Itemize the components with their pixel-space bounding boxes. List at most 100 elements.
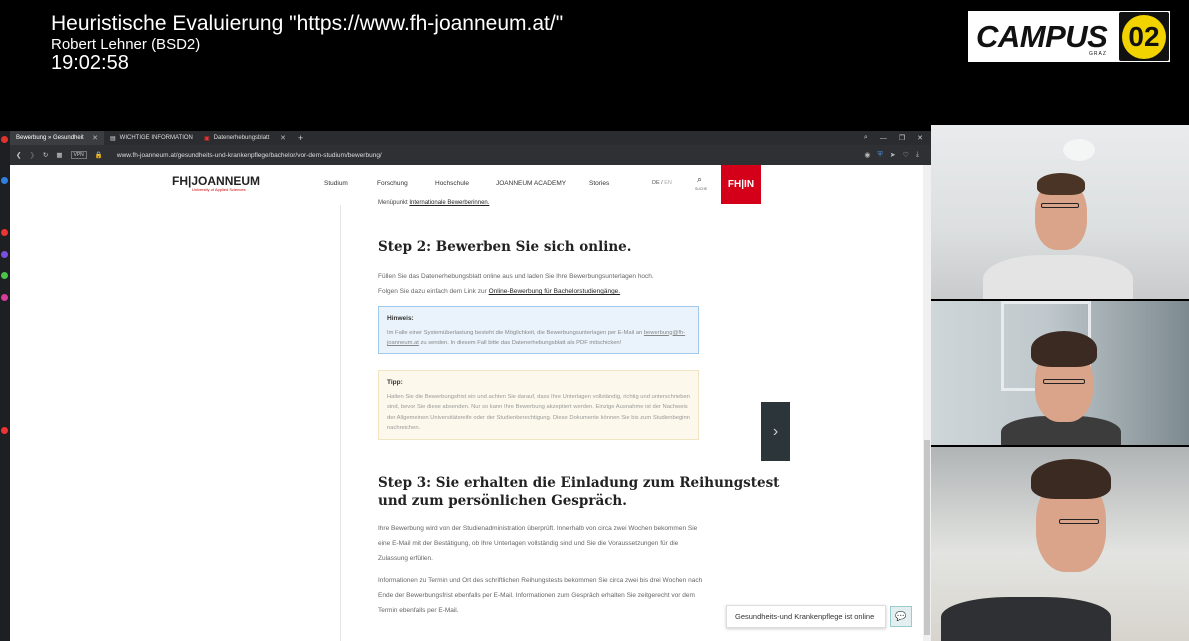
hint-title: Hinweis: [387, 315, 414, 322]
participant-hair [1031, 331, 1097, 367]
heart-icon[interactable]: ♡ [903, 151, 909, 159]
tab-label: Datenerhebungsblatt [213, 135, 270, 141]
chat-notification[interactable]: Gesundheits-und Krankenpflege ist online [726, 605, 886, 628]
grid-icon[interactable]: ▦ [56, 151, 62, 159]
lock-icon: 🔒 [94, 152, 103, 159]
maximize-icon[interactable]: ❐ [899, 134, 905, 142]
online-application-link[interactable]: Online-Bewerbung für Bachelorstudiengäng… [489, 288, 621, 295]
send-icon[interactable]: ➤ [890, 151, 896, 159]
recording-subtitle: Robert Lehner (BSD2) [51, 36, 201, 53]
participant-shirt [983, 255, 1133, 299]
document-icon: ▤ [110, 135, 116, 142]
step2-link-prefix: Folgen Sie dazu einfach dem Link zur [378, 288, 487, 295]
nav-item-hochschule[interactable]: Hochschule [435, 180, 469, 187]
fh-joanneum-logo[interactable]: FH|JOANNEUM [172, 174, 260, 188]
sidebar-app-icon[interactable] [1, 272, 8, 279]
step3-paragraph-1: Ihre Bewerbung wird von der Studienadmin… [378, 525, 698, 562]
campus-logo-number: 02 [1122, 14, 1166, 59]
close-icon[interactable]: ✕ [92, 134, 98, 142]
chat-icon[interactable]: 💬 [890, 606, 912, 627]
fh-joanneum-logo-sub: University of Applied Sciences [192, 187, 246, 192]
international-applicants-link[interactable]: Internationale Bewerberinnen. [409, 200, 489, 206]
back-icon[interactable]: ❮ [16, 151, 21, 159]
participant-glasses [1043, 379, 1085, 384]
tip-text: Halten Sie die Bewerbungsfrist ein und a… [387, 393, 690, 432]
new-tab-button[interactable]: + [292, 133, 309, 143]
chevron-right-icon: › [772, 422, 779, 440]
language-switcher[interactable]: DE / EN [652, 180, 672, 186]
forward-icon[interactable]: ❯ [29, 151, 34, 159]
content-divider [340, 205, 341, 641]
sidebar-app-icon[interactable] [1, 136, 8, 143]
recording-time: 19:02:58 [51, 52, 129, 74]
partial-text: Menüpunkt Internationale Bewerberinnen. [378, 200, 489, 206]
participant-hair [1031, 459, 1111, 499]
browser-sidebar [0, 131, 10, 641]
participant-shirt [941, 597, 1111, 641]
nav-item-stories[interactable]: Stories [589, 180, 609, 187]
pdf-icon: ▣ [204, 135, 210, 142]
nav-item-joanneum-academy[interactable]: JOANNEUM ACADEMY [496, 180, 566, 187]
ceiling-lamp [1063, 139, 1095, 161]
webcam-participant-1 [931, 125, 1189, 299]
address-bar-actions: ◉ ⛨ ➤ ♡ ⤓ [864, 151, 919, 159]
partial-prefix: Menüpunkt [378, 200, 408, 206]
download-icon[interactable]: ⤓ [916, 151, 919, 159]
reload-icon[interactable]: ↻ [43, 151, 48, 159]
close-icon[interactable]: ✕ [280, 134, 286, 142]
tab-datenerhebungsblatt[interactable]: ▣ Datenerhebungsblatt ✕ [198, 131, 292, 145]
step2-paragraph: Füllen Sie das Datenerhebungsblatt onlin… [378, 273, 654, 280]
browser-window: Bewerbung » Gesundheit ✕ ▤ WICHTIGE INFO… [10, 131, 931, 641]
search-icon[interactable]: ⌕ [697, 174, 702, 185]
tab-label: WICHTIGE INFORMATION [119, 135, 193, 141]
window-controls: ⌕ — ❐ ✕ [864, 131, 923, 145]
tab-bewerbung[interactable]: Bewerbung » Gesundheit ✕ [10, 131, 104, 145]
sidebar-app-icon[interactable] [1, 427, 8, 434]
vpn-badge[interactable]: VPN [70, 151, 87, 159]
lang-en[interactable]: EN [664, 180, 672, 186]
step3-heading-line1: Step 3: Sie erhalten die Einladung zum R… [378, 475, 780, 491]
participant-glasses [1059, 519, 1099, 524]
participant-glasses [1041, 203, 1079, 208]
search-label: SUCHE [695, 187, 708, 191]
minimize-icon[interactable]: — [880, 135, 887, 142]
hint-text-2: zu senden. In diesem Fall bitte das Date… [420, 340, 622, 346]
campus-logo: CAMPUS GRAZ 02 [968, 11, 1170, 62]
sidebar-app-icon[interactable] [1, 294, 8, 301]
hint-box: Hinweis: Im Falle einer Systemüberlastun… [378, 306, 699, 354]
nav-item-studium[interactable]: Studium [324, 180, 348, 187]
close-icon[interactable]: ✕ [917, 134, 923, 142]
lang-separator: / [661, 180, 663, 186]
search-icon[interactable]: ⌕ [864, 134, 868, 142]
participant-hair [1037, 173, 1085, 195]
shield-icon[interactable]: ⛨ [877, 151, 882, 159]
tab-bar: Bewerbung » Gesundheit ✕ ▤ WICHTIGE INFO… [10, 131, 931, 145]
hint-text: Im Falle einer Systemüberlastung besteht… [387, 328, 690, 349]
sidebar-app-icon[interactable] [1, 229, 8, 236]
step3-paragraph-2: Informationen zu Termin und Ort des schr… [378, 577, 703, 614]
webcam-participant-2 [931, 301, 1189, 445]
webcam-participant-3 [931, 447, 1189, 641]
address-bar: ❮ ❯ ↻ ▦ VPN 🔒 www.fh-joanneum.at/gesundh… [10, 145, 931, 165]
step3-heading: Step 3: Sie erhalten die Einladung zum R… [378, 474, 779, 510]
step2-heading: Step 2: Bewerben Sie sich online. [378, 239, 632, 255]
campus-logo-text: CAMPUS [976, 18, 1108, 54]
sidebar-app-icon[interactable] [1, 251, 8, 258]
tip-box: Tipp: Halten Sie die Bewerbungsfrist ein… [378, 370, 699, 440]
tab-wichtige-information[interactable]: ▤ WICHTIGE INFORMATION ✕ [104, 131, 198, 145]
web-page: FH|JOANNEUM University of Applied Scienc… [10, 165, 931, 641]
site-header: FH|JOANNEUM University of Applied Scienc… [10, 165, 923, 205]
hint-text-1: Im Falle einer Systemüberlastung besteht… [387, 329, 643, 336]
campus-logo-sub: GRAZ [1089, 51, 1107, 57]
fhin-button[interactable]: FH|IN [721, 165, 761, 204]
next-slide-button[interactable]: › [761, 402, 790, 461]
lang-de[interactable]: DE [652, 180, 660, 186]
step2-link-line: Folgen Sie dazu einfach dem Link zur Onl… [378, 284, 708, 299]
nav-item-forschung[interactable]: Forschung [377, 180, 408, 187]
recording-title: Heuristische Evaluierung "https://www.fh… [51, 12, 564, 35]
scrollbar-thumb[interactable] [924, 440, 930, 635]
camera-icon[interactable]: ◉ [864, 151, 870, 159]
url-input[interactable]: www.fh-joanneum.at/gesundheits-und-krank… [117, 152, 382, 159]
sidebar-app-icon[interactable] [1, 177, 8, 184]
page-scrollbar[interactable] [923, 165, 931, 641]
